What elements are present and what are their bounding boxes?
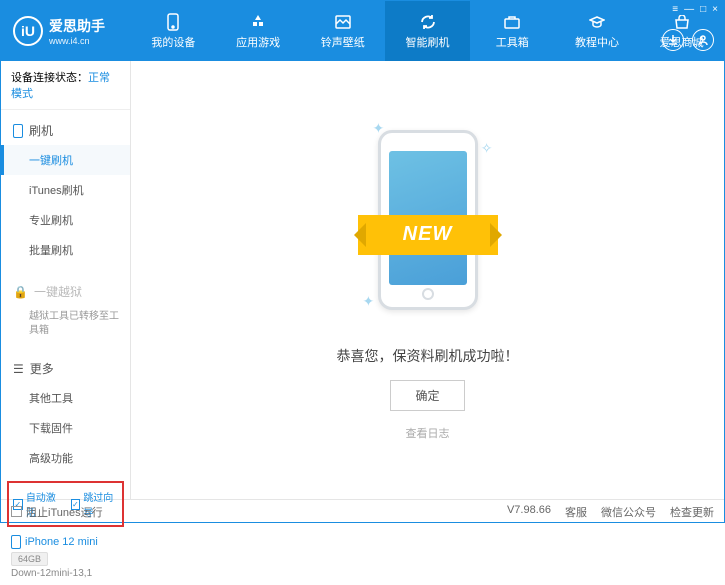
check-update-link[interactable]: 检查更新 [670, 504, 714, 520]
nav-tabs: 我的设备 应用游戏 铃声壁纸 智能刷机 工具箱 教程中心 爱思商城 [131, 1, 724, 61]
phone-illustration: ✦ ✧ ✦ NEW [363, 120, 493, 320]
device-model: Down-12mini-13,1 [11, 568, 120, 579]
service-link[interactable]: 客服 [565, 504, 587, 520]
phone-icon [164, 13, 182, 31]
tab-apps[interactable]: 应用游戏 [216, 1, 301, 61]
maximize-button[interactable]: □ [700, 4, 706, 15]
logo-area: iU 爱思助手 www.i4.cn [1, 1, 131, 61]
ok-button[interactable]: 确定 [390, 380, 464, 411]
brand-title: 爱思助手 [49, 16, 105, 36]
view-log-link[interactable]: 查看日志 [406, 425, 450, 441]
device-storage: 64GB [11, 552, 48, 566]
sidebar-item-batch-flash[interactable]: 批量刷机 [1, 235, 130, 265]
refresh-icon [419, 13, 437, 31]
new-ribbon: NEW [358, 215, 498, 255]
section-flash[interactable]: 刷机 [1, 116, 130, 145]
user-icon[interactable] [692, 29, 714, 51]
sidebar-item-download-firmware[interactable]: 下载固件 [1, 413, 130, 443]
sidebar-item-oneclick-flash[interactable]: 一键刷机 [1, 145, 130, 175]
list-icon: ☰ [13, 362, 24, 376]
logo-icon: iU [13, 16, 43, 46]
section-more[interactable]: ☰更多 [1, 354, 130, 383]
sidebar: 设备连接状态：正常模式 刷机 一键刷机 iTunes刷机 专业刷机 批量刷机 🔒… [1, 61, 131, 499]
app-header: iU 爱思助手 www.i4.cn 我的设备 应用游戏 铃声壁纸 智能刷机 工具… [1, 1, 724, 61]
sidebar-item-advanced[interactable]: 高级功能 [1, 443, 130, 473]
phone-icon [11, 535, 21, 549]
sidebar-item-pro-flash[interactable]: 专业刷机 [1, 205, 130, 235]
tab-my-device[interactable]: 我的设备 [131, 1, 216, 61]
phone-icon [13, 124, 23, 138]
sidebar-item-other-tools[interactable]: 其他工具 [1, 383, 130, 413]
menu-icon[interactable]: ≡ [672, 4, 678, 15]
tab-flash[interactable]: 智能刷机 [385, 1, 470, 61]
apps-icon [249, 13, 267, 31]
success-message: 恭喜您，保资料刷机成功啦！ [337, 346, 519, 366]
sidebar-item-itunes-flash[interactable]: iTunes刷机 [1, 175, 130, 205]
wallpaper-icon [334, 13, 352, 31]
tab-ringtone[interactable]: 铃声壁纸 [300, 1, 385, 61]
tab-tutorial[interactable]: 教程中心 [555, 1, 640, 61]
download-icon[interactable] [662, 29, 684, 51]
store-icon [673, 13, 691, 31]
jailbreak-note: 越狱工具已转移至工具箱 [1, 306, 130, 342]
connection-status: 设备连接状态：正常模式 [1, 61, 130, 110]
close-button[interactable]: × [712, 4, 718, 15]
tutorial-icon [588, 13, 606, 31]
brand-url: www.i4.cn [49, 36, 105, 46]
device-block[interactable]: iPhone 12 mini 64GB Down-12mini-13,1 [1, 529, 130, 585]
tab-toolbox[interactable]: 工具箱 [470, 1, 555, 61]
version-label: V7.98.66 [507, 504, 551, 520]
toolbox-icon [503, 13, 521, 31]
device-name: iPhone 12 mini [25, 536, 98, 548]
lock-icon: 🔒 [13, 285, 28, 299]
main-content: ✦ ✧ ✦ NEW 恭喜您，保资料刷机成功啦！ 确定 查看日志 [131, 61, 724, 499]
minimize-button[interactable]: — [684, 4, 694, 15]
wechat-link[interactable]: 微信公众号 [601, 504, 656, 520]
section-jailbreak: 🔒一键越狱 [1, 277, 130, 306]
block-itunes-label: 阻止iTunes运行 [26, 504, 103, 520]
window-controls: ≡ — □ × [672, 4, 718, 15]
checkbox-block-itunes[interactable] [11, 506, 22, 517]
